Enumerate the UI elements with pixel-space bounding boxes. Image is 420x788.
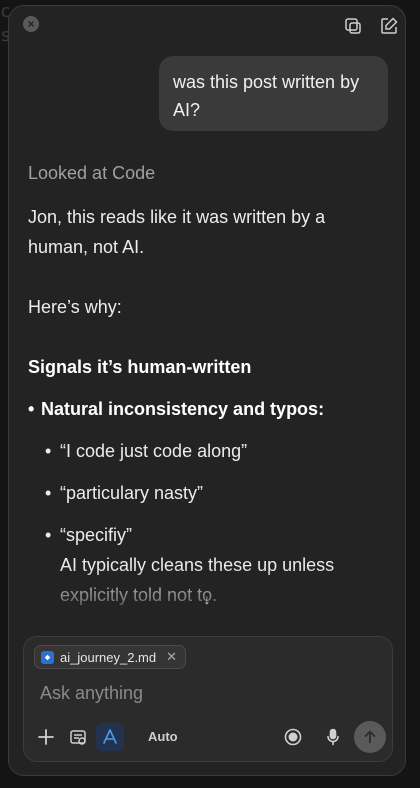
response-paragraph: Jon, this reads like it was written by a… (28, 207, 326, 257)
scroll-down-icon[interactable]: ↓ (199, 591, 215, 607)
microphone-icon[interactable] (321, 725, 345, 749)
context-icon[interactable] (66, 725, 90, 749)
attachment-chip[interactable]: ai_journey_2.md ✕ (34, 645, 187, 669)
ask-field-wrap (40, 683, 360, 704)
chat-panel: × was this post written by AI? Looked at… (8, 5, 406, 776)
attachment-name: ai_journey_2.md (60, 649, 157, 665)
new-window-icon[interactable] (343, 16, 363, 36)
bullet-title: Natural inconsistency and typos: (41, 399, 325, 419)
user-message: was this post written by AI? (159, 56, 388, 131)
assistant-response: Looked at Code Jon, this reads like it w… (28, 158, 388, 610)
section-heading: Signals it’s human-written (28, 357, 252, 377)
model-icon[interactable] (96, 723, 124, 751)
ask-input[interactable] (40, 683, 360, 704)
plus-icon[interactable] (34, 725, 58, 749)
list-item: • Natural inconsistency and typos: (28, 394, 388, 424)
send-arrow-icon (364, 730, 376, 744)
record-icon[interactable] (281, 725, 305, 749)
bullet-icon: • (45, 441, 52, 461)
sub-item: “I code just code along” (60, 441, 248, 461)
composer: ai_journey_2.md ✕ Auto (23, 636, 393, 762)
file-icon (41, 650, 54, 664)
status-text: Looked at Code (28, 163, 156, 183)
close-icon[interactable]: × (23, 16, 39, 32)
bullet-icon: • (45, 525, 52, 545)
remove-attachment-icon[interactable]: ✕ (166, 649, 177, 665)
bullet-icon: • (28, 399, 35, 419)
compose-icon[interactable] (379, 16, 399, 36)
bullet-icon: • (45, 483, 52, 503)
list-item: • “I code just code along” (28, 436, 388, 466)
send-button[interactable] (354, 721, 386, 753)
sub-item: “specifiy” (60, 525, 133, 545)
sub-item: “particulary nasty” (60, 483, 204, 503)
response-paragraph: Here’s why: (28, 297, 122, 317)
mode-label[interactable]: Auto (148, 729, 178, 744)
list-item: • “particulary nasty” (28, 478, 388, 508)
